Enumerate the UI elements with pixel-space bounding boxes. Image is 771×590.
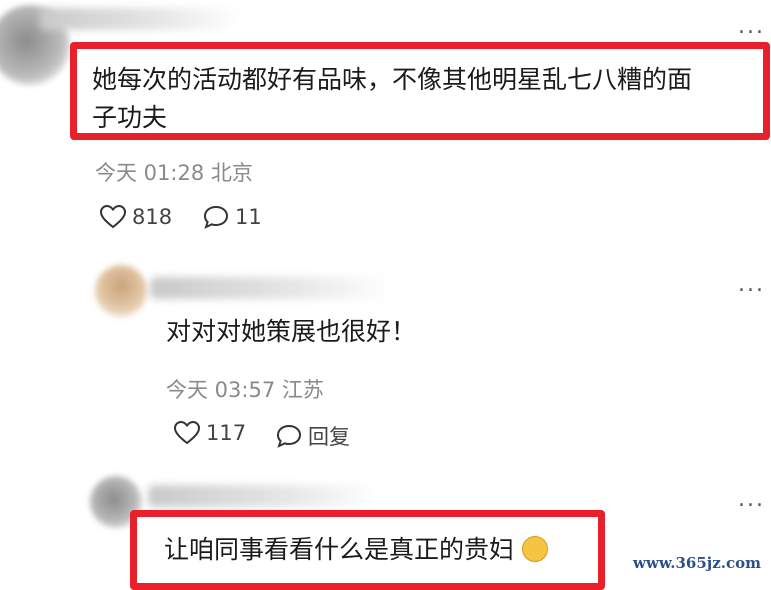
username-blurred[interactable] — [40, 8, 240, 30]
comment-text: 她每次的活动都好有品味，不像其他明星乱七八糟的面 子功夫 — [92, 65, 693, 132]
heart-outline-icon — [100, 205, 126, 229]
speech-bubble-icon — [203, 205, 229, 229]
like-count: 818 — [132, 205, 173, 229]
watermark: www.365jz.com — [629, 552, 765, 574]
smiling-face-emoji-icon — [521, 536, 548, 562]
comment-text: 对对对她策展也很好！ — [166, 317, 417, 346]
username-blurred[interactable] — [150, 277, 390, 299]
heart-outline-icon — [174, 421, 200, 445]
speech-bubble-icon — [276, 424, 302, 448]
comment-timestamp-location: 今天 01:28 北京 — [95, 161, 253, 185]
comment-timestamp-location: 今天 03:57 江苏 — [166, 378, 324, 402]
more-options-icon[interactable]: ... — [738, 274, 765, 296]
comment-text: 让咱同事看看什么是真正的贵妇 — [164, 531, 548, 569]
reply-button[interactable]: 11 — [203, 205, 262, 229]
like-button[interactable]: 818 — [100, 205, 172, 229]
reply-label: 回复 — [308, 425, 350, 449]
username-blurred[interactable] — [148, 485, 378, 507]
like-count: 117 — [206, 421, 247, 445]
more-options-icon[interactable]: ... — [738, 16, 765, 38]
reply-button[interactable]: 回复 — [276, 421, 350, 451]
reply-count: 11 — [235, 205, 262, 229]
avatar[interactable] — [95, 265, 147, 317]
like-button[interactable]: 117 — [174, 421, 246, 445]
more-options-icon[interactable]: ... — [738, 489, 765, 511]
